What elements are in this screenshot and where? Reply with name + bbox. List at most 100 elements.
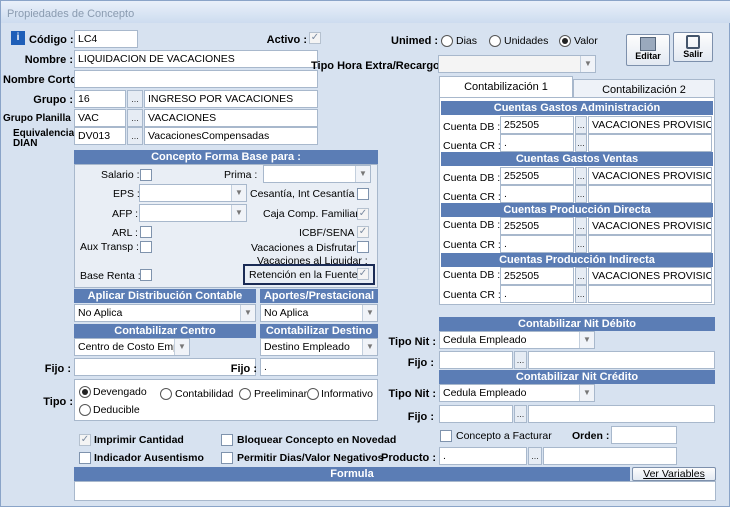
eps-combo[interactable]: ▼	[139, 184, 247, 202]
grupo-code-field[interactable]: 16	[74, 90, 126, 108]
exit-button[interactable]: Salir	[673, 32, 713, 62]
orden-field[interactable]	[611, 426, 677, 444]
tab-contabilizacion-2[interactable]: Contabilización 2	[573, 79, 715, 98]
permitir-checkbox[interactable]	[221, 452, 233, 464]
cuenta-db-code-field[interactable]: 252505	[500, 167, 574, 185]
nit-credito-header: Contabilizar Nit Crédito	[439, 370, 715, 384]
caja-checkbox[interactable]: ✓	[357, 208, 369, 220]
producto-label: Producto :	[381, 452, 436, 464]
cuenta-db-name-field: VACACIONES PROVISION	[588, 116, 712, 134]
vac-disfrutar-checkbox[interactable]	[357, 241, 369, 253]
cuenta-db-lookup-button[interactable]: ...	[575, 267, 587, 285]
window-title: Propiedades de Concepto	[1, 1, 730, 23]
tipo-hora-label: Tipo Hora Extra/Recargo :	[311, 60, 447, 72]
cuenta-cr-lookup-button[interactable]: ...	[575, 134, 587, 152]
arl-label: ARL :	[112, 227, 138, 239]
aux-transp-checkbox[interactable]	[140, 241, 152, 253]
nit-debito-fijo-code-field[interactable]	[439, 351, 513, 369]
ausentismo-label: Indicador Ausentismo	[94, 452, 204, 464]
tipo-hora-combo[interactable]: ▼	[438, 55, 596, 73]
tipo-contabilidad-label: Contabilidad	[175, 388, 234, 400]
nit-credito-lookup-button[interactable]: ...	[514, 405, 527, 423]
grupo-label: Grupo :	[33, 94, 73, 106]
cuenta-cr-code-field[interactable]: .	[500, 285, 574, 303]
grupo-planilla-lookup-button[interactable]: ...	[127, 109, 143, 127]
edit-button[interactable]: Editar	[626, 34, 670, 66]
activo-checkbox[interactable]: ✓	[309, 32, 321, 44]
nit-credito-fijo-code-field[interactable]	[439, 405, 513, 423]
tab-contabilizacion-1[interactable]: Contabilización 1	[439, 76, 573, 98]
producto-code-field[interactable]: .	[439, 447, 527, 465]
nit-credito-fijo-label: Fijo :	[407, 411, 434, 423]
tipo-preeliminar-radio[interactable]	[239, 388, 251, 400]
grupo-planilla-name-field: VACACIONES	[144, 109, 318, 127]
equivalencia-code-field[interactable]: DV013	[74, 127, 126, 145]
formula-header: Formula	[74, 467, 630, 481]
cuenta-db-lookup-button[interactable]: ...	[575, 217, 587, 235]
cuenta-db-lookup-button[interactable]: ...	[575, 116, 587, 134]
concepto-base-header: Concepto Forma Base para :	[74, 150, 378, 164]
icbf-checkbox[interactable]: ✓	[357, 226, 369, 238]
cuenta-cr-code-field[interactable]: .	[500, 235, 574, 253]
salario-checkbox[interactable]	[140, 169, 152, 181]
grupo-lookup-button[interactable]: ...	[127, 90, 143, 108]
nit-credito-tipo-combo[interactable]: Cedula Empleado ▼	[439, 384, 595, 402]
tipo-deducible-radio[interactable]	[79, 404, 91, 416]
cuenta-db-label: Cuenta DB :	[443, 219, 501, 231]
tipo-contabilidad-radio[interactable]	[160, 388, 172, 400]
bloquear-checkbox[interactable]	[221, 434, 233, 446]
destino-fijo-field[interactable]: .	[260, 358, 378, 376]
producto-lookup-button[interactable]: ...	[528, 447, 542, 465]
concepto-facturar-checkbox[interactable]	[440, 430, 452, 442]
contabilizar-centro-header: Contabilizar Centro	[74, 324, 256, 338]
tipo-devengado-label: Devengado	[93, 386, 147, 398]
cesantia-label: Cesantía, Int Cesantía :	[250, 188, 361, 200]
cuenta-cr-name-field	[588, 285, 712, 303]
unimed-unidades-radio[interactable]	[489, 35, 501, 47]
unimed-dias-radio[interactable]	[441, 35, 453, 47]
cuenta-db-label: Cuenta DB :	[443, 121, 501, 133]
grupo-planilla-code-field[interactable]: VAC	[74, 109, 126, 127]
tipo-preeliminar-label: Preeliminar	[254, 388, 308, 400]
cuenta-db-code-field[interactable]: 252505	[500, 217, 574, 235]
arl-checkbox[interactable]	[140, 226, 152, 238]
cuenta-cr-lookup-button[interactable]: ...	[575, 285, 587, 303]
cuenta-cr-label: Cuenta CR :	[443, 140, 501, 152]
destino-combo[interactable]: Destino Empleado ▼	[260, 338, 378, 356]
ver-variables-button[interactable]: Ver Variables	[632, 467, 716, 481]
distribucion-combo[interactable]: No Aplica ▼	[74, 304, 256, 322]
cuenta-db-lookup-button[interactable]: ...	[575, 167, 587, 185]
equivalencia-lookup-button[interactable]: ...	[127, 127, 143, 145]
retencion-checkbox[interactable]: ✓	[357, 268, 369, 280]
cuenta-db-label: Cuenta DB :	[443, 172, 501, 184]
formula-field[interactable]	[74, 481, 716, 501]
cuenta-cr-code-field[interactable]: .	[500, 134, 574, 152]
tipo-devengado-radio[interactable]	[79, 386, 91, 398]
imprimir-checkbox[interactable]: ✓	[79, 434, 91, 446]
info-icon[interactable]: i	[11, 31, 25, 45]
chevron-down-icon: ▼	[579, 385, 594, 401]
cuenta-db-code-field[interactable]: 252505	[500, 267, 574, 285]
cuenta-db-code-field[interactable]: 252505	[500, 116, 574, 134]
ausentismo-checkbox[interactable]	[79, 452, 91, 464]
base-renta-checkbox[interactable]	[140, 269, 152, 281]
destino-fijo-label: Fijo :	[230, 363, 257, 375]
nit-debito-tipo-combo[interactable]: Cedula Empleado ▼	[439, 331, 595, 349]
afp-combo[interactable]: ▼	[139, 204, 247, 222]
cuenta-cr-code-field[interactable]: .	[500, 185, 574, 203]
afp-label: AFP :	[112, 208, 139, 220]
nit-debito-fijo-name-field	[528, 351, 715, 369]
cuenta-cr-lookup-button[interactable]: ...	[575, 185, 587, 203]
aportes-combo[interactable]: No Aplica ▼	[260, 304, 378, 322]
nombre-corto-field[interactable]	[74, 70, 318, 88]
cesantia-checkbox[interactable]	[357, 188, 369, 200]
tipo-informativo-radio[interactable]	[307, 388, 319, 400]
nombre-field[interactable]: LIQUIDACION DE VACACIONES	[74, 50, 318, 68]
centro-combo[interactable]: Centro de Costo Emple ▼	[74, 338, 190, 356]
nit-debito-lookup-button[interactable]: ...	[514, 351, 527, 369]
exit-button-label: Salir	[683, 49, 703, 59]
cuenta-cr-lookup-button[interactable]: ...	[575, 235, 587, 253]
codigo-field[interactable]: LC4	[74, 30, 138, 48]
unimed-valor-radio[interactable]	[559, 35, 571, 47]
prima-combo[interactable]: ▼	[263, 165, 371, 183]
